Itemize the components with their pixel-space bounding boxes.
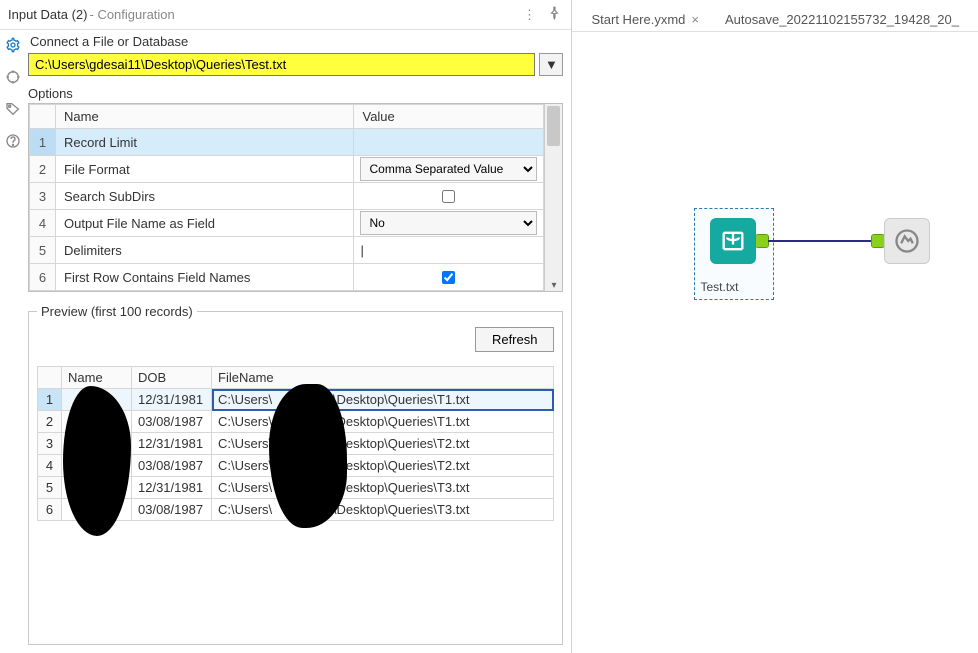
preview-row-idx[interactable]: 4 [38,455,62,477]
first-row-fieldnames-checkbox [442,271,455,284]
options-label: Options [28,86,563,101]
workflow-canvas[interactable]: Test.txt [572,32,978,653]
options-row-value[interactable]: No [354,210,544,237]
preview-cell-dob[interactable]: 12/31/1981 [132,389,212,411]
options-row-value[interactable] [354,264,544,291]
preview-cell-file[interactable]: C:\Users\XXXXXXX\Desktop\Queries\T2.txt [212,433,554,455]
options-row-name[interactable]: Output File Name as Field [56,210,354,237]
config-panel: Input Data (2) - Configuration ⋮ [0,0,572,653]
panel-header: Input Data (2) - Configuration ⋮ [0,0,571,30]
preview-cell-dob[interactable]: 03/08/1987 [132,455,212,477]
scroll-thumb[interactable] [547,106,560,146]
preview-row-idx[interactable]: 2 [38,411,62,433]
preview-row-idx[interactable]: 3 [38,433,62,455]
options-scrollbar[interactable]: ▴ ▾ [544,104,562,291]
options-row-idx[interactable]: 2 [30,156,56,183]
browse-tool-icon[interactable] [884,218,930,264]
preview-cell-dob[interactable]: 03/08/1987 [132,411,212,433]
options-header-value: Value [354,105,544,129]
options-row-value[interactable]: Comma Separated Value [354,156,544,183]
options-row-idx[interactable]: 3 [30,183,56,210]
tab-label: Start Here.yxmd [591,12,685,27]
input-data-tool-icon[interactable] [710,218,756,264]
workflow-pane: Start Here.yxmd × Autosave_2022110215573… [572,0,978,653]
options-row-value[interactable]: | [354,237,544,264]
panel-title: Input Data (2) [8,7,88,22]
preview-cell-file[interactable]: C:\Users\XXXXXXX\Desktop\Queries\T1.txt [212,411,554,433]
output-filename-select: No [360,211,537,235]
preview-cell-dob[interactable]: 12/31/1981 [132,477,212,499]
connect-label: Connect a File or Database [30,34,563,49]
output-anchor[interactable] [756,235,768,247]
options-corner [30,105,56,129]
options-row-name[interactable]: Record Limit [56,129,354,156]
preview-row-idx[interactable]: 1 [38,389,62,411]
tab-start-here[interactable]: Start Here.yxmd × [580,6,710,31]
preview-legend: Preview (first 100 records) [37,304,197,319]
options-row-name[interactable]: First Row Contains Field Names [56,264,354,291]
options-header-name: Name [56,105,354,129]
options-row-name[interactable]: Search SubDirs [56,183,354,210]
scroll-down-icon[interactable]: ▾ [545,280,562,291]
options-row-idx[interactable]: 5 [30,237,56,264]
connection-wire[interactable] [768,240,873,242]
search-subdirs-checkbox [442,190,455,203]
help-icon[interactable] [4,132,22,150]
options-row-idx[interactable]: 4 [30,210,56,237]
pin-icon[interactable] [547,6,563,23]
preview-cell-file[interactable]: C:\Users\XXXXXXX\Desktop\Queries\T2.txt [212,455,554,477]
redaction-mark [269,384,347,528]
file-path-dropdown-button[interactable]: ▼ [539,53,563,76]
preview-row-idx[interactable]: 5 [38,477,62,499]
preview-cell-file[interactable]: C:\Users\XXXXXXX\Desktop\Queries\T3.txt [212,499,554,521]
workflow-tabs: Start Here.yxmd × Autosave_2022110215573… [572,0,978,32]
options-row-name[interactable]: File Format [56,156,354,183]
options-row-name[interactable]: Delimiters [56,237,354,264]
options-row-idx[interactable]: 1 [30,129,56,156]
side-tab-bar [0,30,26,653]
preview-header-dob[interactable]: DOB [132,367,212,389]
input-anchor[interactable] [872,235,884,247]
node-label: Test.txt [700,280,738,294]
preview-section: Preview (first 100 records) Refresh Name… [28,304,563,645]
target-icon[interactable] [4,68,22,86]
panel-subtitle: - Configuration [90,7,175,22]
file-path-input[interactable] [28,53,535,76]
chevron-down-icon: ▼ [545,57,558,72]
preview-corner [38,367,62,389]
refresh-button[interactable]: Refresh [475,327,555,352]
preview-cell-file[interactable]: C:\Users\XXXXXXX\Desktop\Queries\T3.txt [212,477,554,499]
options-row-value[interactable] [354,183,544,210]
options-row-idx[interactable]: 6 [30,264,56,291]
preview-header-name[interactable]: Name [62,367,132,389]
gear-icon[interactable] [4,36,22,54]
preview-header-file[interactable]: FileName [212,367,554,389]
close-icon[interactable]: × [691,12,699,27]
tab-label: Autosave_20221102155732_19428_20_ [725,12,959,27]
preview-cell-dob[interactable]: 12/31/1981 [132,433,212,455]
tab-autosave[interactable]: Autosave_20221102155732_19428_20_ [714,6,970,31]
tag-icon[interactable] [4,100,22,118]
preview-cell-dob[interactable]: 03/08/1987 [132,499,212,521]
preview-row-idx[interactable]: 6 [38,499,62,521]
file-format-select: Comma Separated Value [360,157,537,181]
options-row-value[interactable] [354,129,544,156]
options-grid[interactable]: Name Value 1 Record Limit 2 File Format [29,104,544,291]
preview-cell-file[interactable]: C:\Users\XXXXXXX\Desktop\Queries\T1.txt [212,389,554,411]
vertical-dots-icon[interactable]: ⋮ [521,7,537,23]
